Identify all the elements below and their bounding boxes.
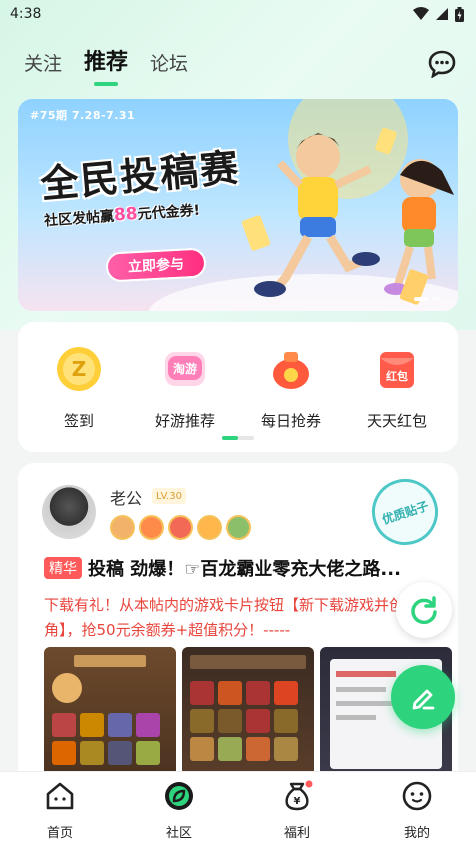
- quick-entry-game-recommend[interactable]: 淘游 好游推荐: [130, 344, 240, 431]
- coupon-bag-icon: [273, 352, 309, 389]
- svg-text:淘游: 淘游: [173, 361, 197, 376]
- quick-entry-label: 签到: [63, 412, 94, 430]
- status-icons: [413, 6, 464, 22]
- battery-icon: [455, 6, 464, 22]
- bottom-nav-label: 社区: [165, 826, 192, 841]
- pencil-icon: [412, 689, 435, 710]
- svg-text:Z: Z: [72, 357, 87, 381]
- home-icon: [46, 782, 74, 810]
- bottom-nav-welfare[interactable]: ¥ 福利: [257, 780, 337, 841]
- wifi-icon: [413, 7, 429, 20]
- tab-follow[interactable]: 关注: [24, 49, 62, 76]
- bottom-nav-profile[interactable]: 我的: [377, 780, 457, 841]
- message-icon[interactable]: [428, 50, 456, 78]
- post-image[interactable]: [44, 647, 176, 777]
- medal-icon: [168, 515, 193, 540]
- bottom-nav-label: 福利: [283, 826, 310, 841]
- create-post-button[interactable]: [391, 665, 455, 729]
- taoyou-icon: 淘游: [165, 352, 205, 386]
- join-now-button[interactable]: 立即参与: [105, 247, 207, 283]
- refresh-button[interactable]: [396, 582, 452, 638]
- quick-entry-daily-coupon[interactable]: 每日抢券: [236, 344, 346, 431]
- medal-icon: [226, 515, 251, 540]
- quality-post-stamp: 优质贴子: [363, 470, 447, 554]
- profile-icon: [402, 781, 432, 811]
- quick-entry-page-indicator: [222, 436, 254, 440]
- bottom-nav-community[interactable]: 社区: [139, 780, 219, 841]
- post-username[interactable]: 老公: [110, 485, 142, 509]
- welfare-bag-icon: ¥: [285, 780, 313, 811]
- signal-icon: [436, 8, 448, 20]
- post-card[interactable]: 老公 LV.30 优质贴子 精华 投稿 劲爆！☞百龙霸业零充大佬之路... 下载…: [18, 463, 458, 793]
- medal-icon: [110, 515, 135, 540]
- status-bar: 4:38: [0, 0, 476, 28]
- quick-entry-label: 好游推荐: [154, 412, 215, 430]
- coin-icon: Z: [57, 347, 101, 391]
- medal-icon: [197, 515, 222, 540]
- community-icon: [165, 782, 193, 810]
- top-tabs: 关注 推荐 论坛: [24, 44, 188, 76]
- red-envelope-icon: 红包: [380, 352, 414, 388]
- svg-text:红包: 红包: [386, 369, 408, 383]
- banner-page-indicator: [414, 297, 440, 301]
- avatar[interactable]: [42, 485, 96, 539]
- tab-forum[interactable]: 论坛: [150, 49, 188, 76]
- essence-tag: 精华: [44, 557, 82, 579]
- bottom-nav-label: 首页: [46, 826, 73, 841]
- medal-icon: [139, 515, 164, 540]
- post-title-text: 投稿 劲爆！☞百龙霸业零充大佬之路...: [88, 559, 401, 580]
- status-time: 4:38: [10, 6, 42, 22]
- bottom-nav-home[interactable]: 首页: [20, 780, 100, 841]
- post-title[interactable]: 精华 投稿 劲爆！☞百龙霸业零充大佬之路...: [44, 555, 436, 581]
- event-banner[interactable]: #75期 7.28-7.31 全民投稿赛 社区发帖赢88元代金券! 立即参与: [18, 99, 458, 311]
- svg-text:¥: ¥: [294, 796, 301, 807]
- bottom-nav: 首页 社区 ¥ 福利 我的: [0, 771, 476, 846]
- refresh-icon: [411, 596, 437, 625]
- quick-entry-daily-redpacket[interactable]: 红包 天天红包: [342, 344, 452, 431]
- quick-entry-label: 天天红包: [366, 412, 427, 430]
- tab-recommend[interactable]: 推荐: [84, 44, 128, 76]
- quick-entry-label: 每日抢券: [260, 412, 321, 430]
- level-badge: LV.30: [152, 488, 186, 504]
- post-body[interactable]: 下载有礼！从本帖内的游戏卡片按钮【新下载游戏并创角】，抢50元余额券+超值积分！…: [44, 593, 436, 643]
- post-images: [44, 647, 452, 777]
- quick-entry-checkin[interactable]: Z 签到: [24, 344, 134, 431]
- banner-period: #75期 7.28-7.31: [30, 109, 136, 122]
- medal-list: [110, 515, 251, 540]
- quick-entry-card: Z 签到 淘游 好游推荐 每日抢券 红包 天天红包: [18, 322, 458, 452]
- bottom-nav-label: 我的: [403, 826, 430, 841]
- post-image[interactable]: [182, 647, 314, 777]
